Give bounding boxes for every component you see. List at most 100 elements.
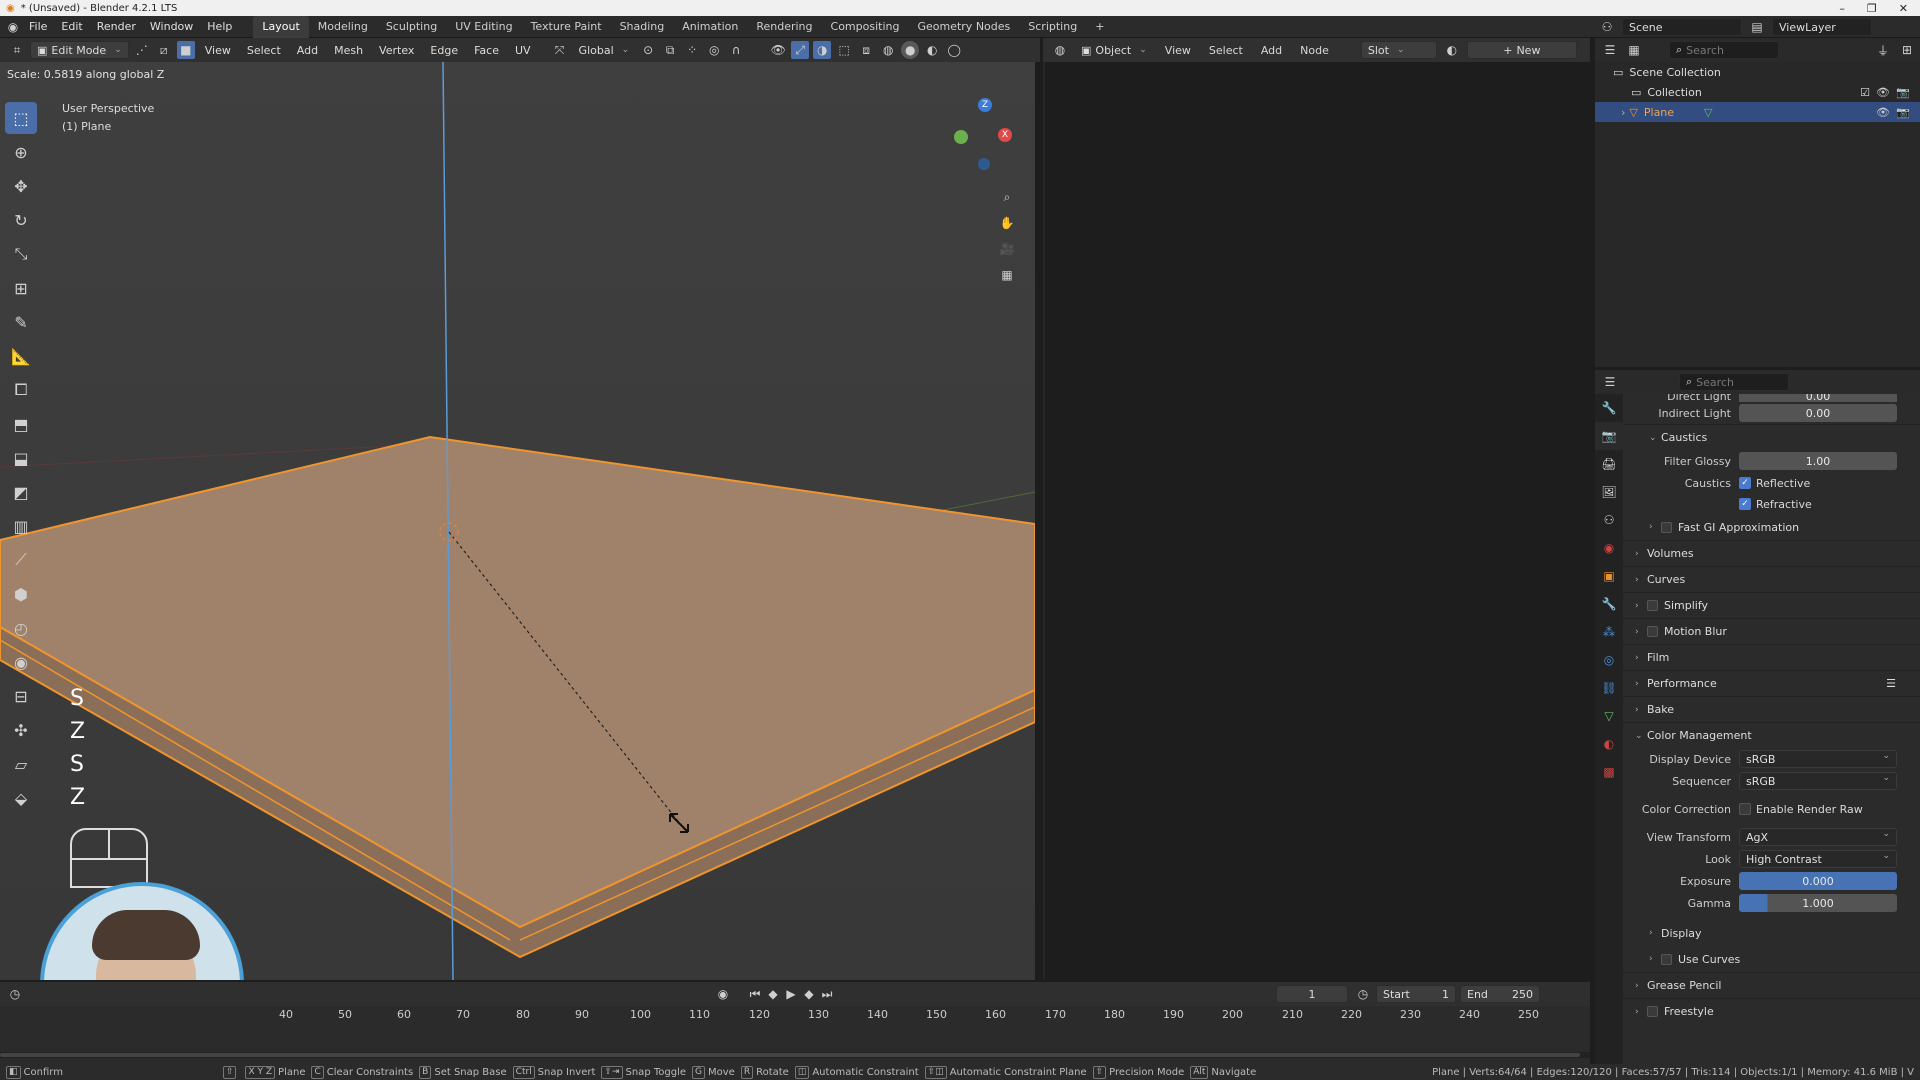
refractive-checkbox[interactable]: ✓	[1739, 498, 1751, 510]
visibility-icon[interactable]: 👁	[769, 41, 787, 59]
new-collection-icon[interactable]: ⊞	[1898, 41, 1916, 59]
extrude-tool[interactable]: ⬒	[5, 408, 37, 440]
rotate-tool[interactable]: ↻	[5, 204, 37, 236]
camera-view-icon[interactable]: 🎥	[998, 240, 1016, 258]
bevel-tool[interactable]: ◩	[5, 476, 37, 508]
menu-file[interactable]: File	[22, 16, 54, 38]
gizmo-icon[interactable]: ⤢	[791, 41, 810, 59]
tab-layout[interactable]: Layout	[253, 15, 309, 38]
eye-icon[interactable]: 👁	[1876, 106, 1890, 119]
prev-keyframe-icon[interactable]: ◆	[764, 985, 782, 1003]
loop-cut-tool[interactable]: ▥	[5, 510, 37, 542]
sequencer-select[interactable]: sRGB	[1739, 772, 1897, 790]
mesh-data-icon[interactable]: ▽	[1704, 106, 1712, 119]
view-layer-icon[interactable]: ▤	[1748, 18, 1766, 36]
data-tab-icon[interactable]: ▽	[1595, 702, 1623, 730]
spin-tool[interactable]: ◴	[5, 612, 37, 644]
add-workspace-button[interactable]: +	[1086, 16, 1113, 38]
tab-geometry-nodes[interactable]: Geometry Nodes	[908, 16, 1019, 38]
gamma-field[interactable]: 1.000	[1739, 894, 1897, 912]
menu-edge[interactable]: Edge	[424, 44, 464, 57]
outliner-row-plane[interactable]: › ▽ Plane ▽ 👁 📷	[1595, 102, 1920, 122]
node-menu-view[interactable]: View	[1159, 44, 1197, 57]
maximize-button[interactable]: ❐	[1867, 2, 1877, 15]
camera-icon[interactable]: 📷	[1896, 86, 1910, 99]
play-icon[interactable]: ▶	[782, 985, 800, 1003]
menu-uv[interactable]: UV	[509, 44, 537, 57]
menu-window[interactable]: Window	[143, 16, 200, 38]
display-mode-icon[interactable]: ▦	[1625, 41, 1643, 59]
clock-icon[interactable]: ◷	[1354, 985, 1372, 1003]
material-shading-icon[interactable]: ◐	[923, 41, 941, 59]
falloff-icon[interactable]: ∩	[727, 41, 745, 59]
direct-light-field[interactable]: 0.00	[1739, 394, 1897, 402]
use-curves-checkbox[interactable]	[1661, 953, 1672, 965]
orientation-selector[interactable]: Global	[573, 41, 636, 59]
node-menu-node[interactable]: Node	[1294, 44, 1335, 57]
texture-tab-icon[interactable]: ▩	[1595, 758, 1623, 786]
shader-editor-canvas[interactable]	[1043, 62, 1590, 980]
minimize-button[interactable]: –	[1839, 2, 1845, 15]
modifier-tab-icon[interactable]: 🔧	[1595, 590, 1623, 618]
simplify-panel-header[interactable]: › Simplify	[1623, 592, 1920, 618]
editor-type-icon[interactable]: ◷	[6, 985, 24, 1003]
poly-build-tool[interactable]: ⬢	[5, 578, 37, 610]
jump-start-icon[interactable]: ⏮	[746, 985, 764, 1003]
list-icon[interactable]: ☰	[1886, 677, 1896, 690]
eye-icon[interactable]: 👁	[1876, 86, 1890, 99]
keyframe-record-icon[interactable]: ◉	[714, 985, 732, 1003]
tool-tab-icon[interactable]: 🔧	[1595, 394, 1623, 422]
bake-panel-header[interactable]: › Bake	[1623, 696, 1920, 722]
freestyle-checkbox[interactable]	[1647, 1006, 1658, 1017]
zoom-icon[interactable]: ⌕	[998, 188, 1016, 206]
gizmo-x-axis[interactable]: X	[998, 128, 1012, 142]
tab-sculpting[interactable]: Sculpting	[377, 16, 446, 38]
gizmo-z-axis[interactable]: Z	[978, 98, 992, 112]
knife-tool[interactable]: ⟋	[5, 544, 37, 576]
node-menu-add[interactable]: Add	[1255, 44, 1288, 57]
exposure-field[interactable]: 0.000	[1739, 872, 1897, 890]
mesh-overlay-icon[interactable]: ⬚	[835, 41, 853, 59]
menu-vertex[interactable]: Vertex	[373, 44, 420, 57]
pan-hand-icon[interactable]: ✋	[998, 214, 1016, 232]
render-raw-checkbox[interactable]	[1739, 803, 1751, 815]
new-material-button[interactable]: + New	[1466, 41, 1577, 59]
measure-tool[interactable]: 📐	[5, 340, 37, 372]
tab-scripting[interactable]: Scripting	[1019, 16, 1086, 38]
face-select-icon[interactable]: ■	[176, 41, 195, 59]
timeline-scrollbar[interactable]	[0, 1052, 1590, 1058]
solid-shading-icon[interactable]: ●	[901, 41, 920, 59]
tab-compositing[interactable]: Compositing	[822, 16, 909, 38]
editor-type-icon[interactable]: ⌗	[8, 41, 26, 59]
node-menu-select[interactable]: Select	[1203, 44, 1249, 57]
proportional-edit-icon[interactable]: ◎	[705, 41, 723, 59]
outliner-row-collection[interactable]: ▭ Collection ☑ 👁 📷	[1595, 82, 1920, 102]
physics-tab-icon[interactable]: ◎	[1595, 646, 1623, 674]
inset-tool[interactable]: ⬓	[5, 442, 37, 474]
checkbox-icon[interactable]: ☑	[1860, 86, 1870, 99]
tab-modeling[interactable]: Modeling	[309, 16, 377, 38]
cursor-tool[interactable]: ⊕	[5, 136, 37, 168]
use-curves-subpanel-header[interactable]: › Use Curves	[1623, 946, 1920, 972]
expand-arrow-icon[interactable]: ›	[1621, 106, 1625, 119]
overlay-icon[interactable]: ◑	[813, 41, 832, 59]
look-select[interactable]: High Contrast	[1739, 850, 1897, 868]
scene-selector[interactable]: Scene	[1622, 18, 1742, 36]
view-transform-select[interactable]: AgX	[1739, 828, 1897, 846]
move-tool[interactable]: ✥	[5, 170, 37, 202]
shrink-fatten-tool[interactable]: ✣	[5, 714, 37, 746]
pivot-icon[interactable]: ⊙	[639, 41, 657, 59]
menu-view[interactable]: View	[199, 44, 237, 57]
filter-icon[interactable]: ⏚	[1874, 41, 1892, 59]
gizmo-neg-z[interactable]	[978, 158, 990, 170]
color-management-panel-header[interactable]: ⌄ Color Management	[1623, 722, 1920, 748]
tab-shading[interactable]: Shading	[611, 16, 674, 38]
menu-edit[interactable]: Edit	[54, 16, 89, 38]
annotate-tool[interactable]: ✎	[5, 306, 37, 338]
output-tab-icon[interactable]: 🖨	[1595, 450, 1623, 478]
ortho-grid-icon[interactable]: ▦	[998, 266, 1016, 284]
rendered-shading-icon[interactable]: ◯	[945, 41, 963, 59]
display-device-select[interactable]: sRGB	[1739, 750, 1897, 768]
camera-icon[interactable]: 📷	[1896, 106, 1910, 119]
wireframe-shading-icon[interactable]: ◍	[879, 41, 897, 59]
